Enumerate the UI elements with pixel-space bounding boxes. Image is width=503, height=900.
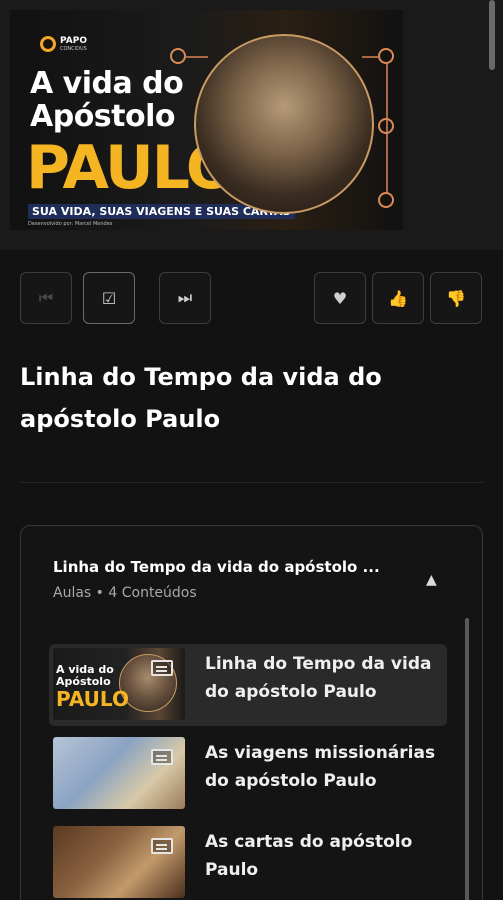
logo-subtext: CONCIDUS <box>60 45 87 52</box>
logo-text: PAPO <box>60 35 87 46</box>
video-player[interactable]: PAPO CONCIDUS A vida do Apóstolo PAULO S… <box>0 0 503 250</box>
chevron-up-icon[interactable]: ▲ <box>426 572 437 588</box>
text-lesson-icon <box>151 838 173 854</box>
thumbs-down-icon: 👎 <box>446 288 466 308</box>
divider <box>20 482 483 483</box>
dislike-button[interactable]: 👎 <box>430 272 482 324</box>
previous-lesson-button[interactable]: ⏮ <box>20 272 72 324</box>
papo-logo: PAPO CONCIDUS <box>40 36 87 52</box>
lesson-label: As cartas do apóstolo Paulo <box>205 832 413 880</box>
text-lesson-icon <box>151 660 173 676</box>
hero-line-2: Apóstolo <box>30 99 176 134</box>
paul-portrait <box>194 34 374 214</box>
logo-q-icon <box>40 36 56 52</box>
hero-line-1: A vida do <box>30 66 184 101</box>
lesson-item[interactable]: As viagens missionárias do apóstolo Paul… <box>49 733 447 815</box>
text-lesson-icon <box>151 749 173 765</box>
lesson-thumbnail: A vida do Apóstolo PAULO <box>53 648 185 720</box>
timeline-node <box>378 118 394 134</box>
lesson-thumbnail <box>53 826 185 898</box>
favorite-button[interactable]: ♥ <box>314 272 366 324</box>
lesson-list-scrollbar[interactable] <box>465 618 469 900</box>
heart-icon: ♥ <box>332 288 348 308</box>
module-title[interactable]: Linha do Tempo da vida do apóstolo ... <box>53 558 413 576</box>
skip-previous-icon: ⏮ <box>38 288 54 307</box>
thumb-line-3: PAULO <box>56 687 129 711</box>
mark-complete-button[interactable]: ☑ <box>83 272 135 324</box>
page-scrollbar[interactable] <box>489 0 495 70</box>
lesson-label: As viagens missionárias do apóstolo Paul… <box>205 743 436 791</box>
next-lesson-button[interactable]: ⏭ <box>159 272 211 324</box>
timeline-node <box>378 192 394 208</box>
lesson-item[interactable]: A vida do Apóstolo PAULO Linha do Tempo … <box>49 644 447 726</box>
video-thumbnail[interactable]: PAPO CONCIDUS A vida do Apóstolo PAULO S… <box>10 10 403 230</box>
lesson-title: Linha do Tempo da vida do apóstolo Paulo <box>20 363 382 433</box>
module-subtitle: Aulas • 4 Conteúdos <box>53 585 197 601</box>
hero-credit: Desenvolvido por: Marcel Mendes <box>28 221 113 227</box>
timeline-node <box>170 48 186 64</box>
thumb-title: A vida do Apóstolo <box>56 664 114 688</box>
lesson-thumbnail <box>53 737 185 809</box>
lesson-item[interactable]: As cartas do apóstolo Paulo <box>49 822 447 900</box>
lesson-label: Linha do Tempo da vida do apóstolo Paulo <box>205 654 432 702</box>
connector-line <box>362 56 378 58</box>
module-card: Linha do Tempo da vida do apóstolo ... A… <box>20 525 483 900</box>
thumbs-up-icon: 👍 <box>388 288 408 308</box>
timeline-node <box>378 48 394 64</box>
like-button[interactable]: 👍 <box>372 272 424 324</box>
skip-next-icon: ⏭ <box>177 288 193 307</box>
connector-line <box>186 56 208 58</box>
checkbox-icon: ☑ <box>101 288 117 308</box>
